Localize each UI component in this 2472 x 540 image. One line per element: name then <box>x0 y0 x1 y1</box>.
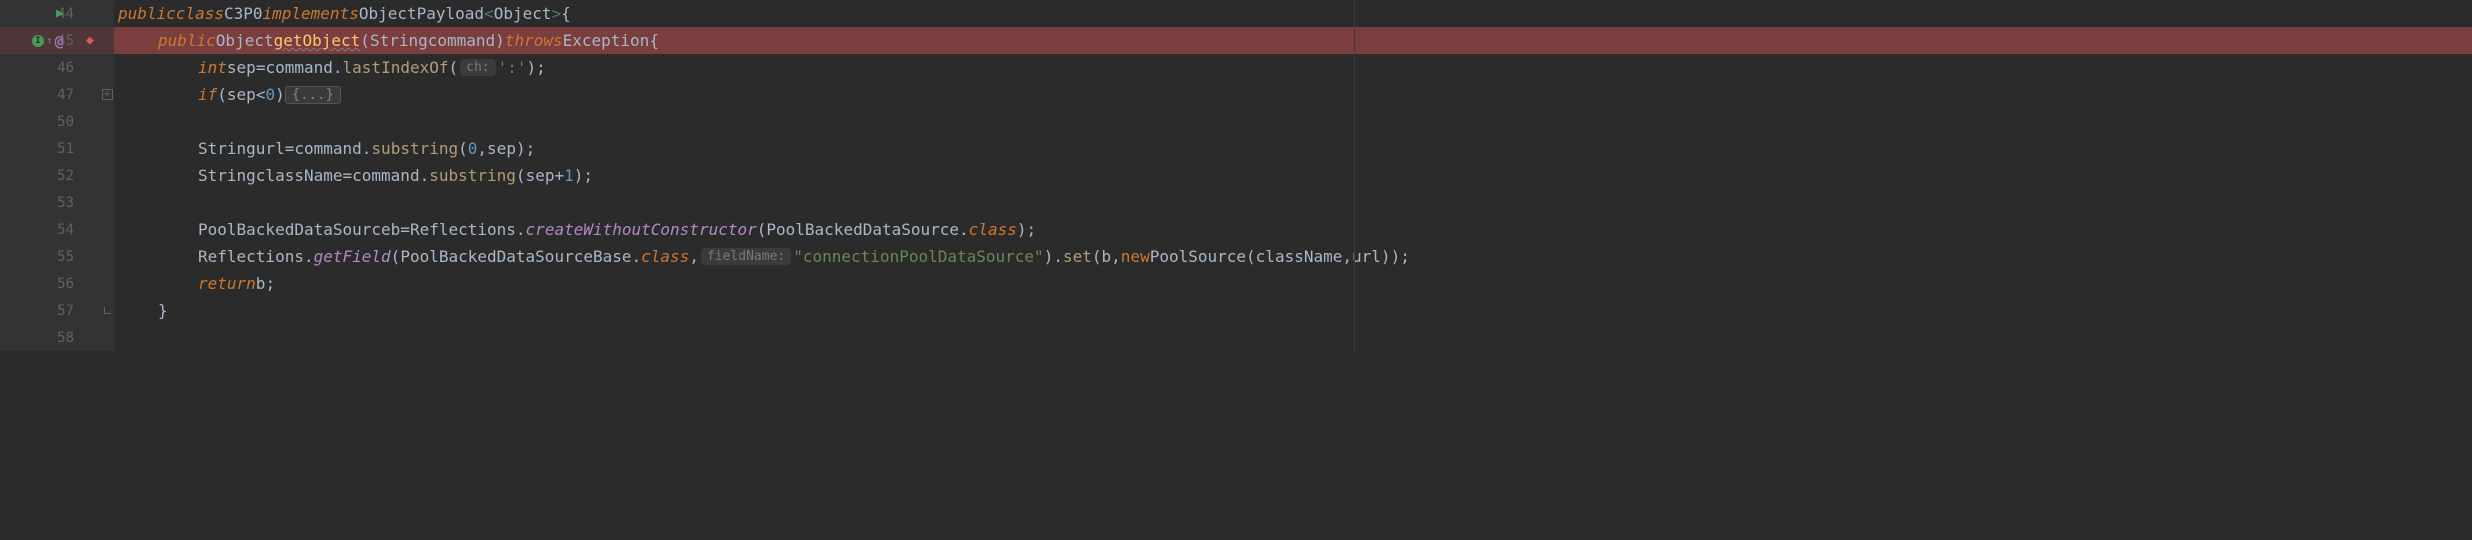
code-line[interactable]: if ( sep < 0 ) {...} <box>114 81 2472 108</box>
line-number: 56 <box>57 276 74 292</box>
code-line[interactable]: public Object getObject ( String command… <box>114 27 2472 54</box>
line-number: 47 <box>57 87 74 103</box>
impl-icon[interactable]: I <box>32 35 44 47</box>
fold-cell <box>100 324 114 351</box>
vcs-markers[interactable]: I ↑ @ <box>32 32 64 50</box>
gutter-line[interactable]: 57 <box>0 297 100 324</box>
code-line[interactable]: Reflections.getField(PoolBackedDataSourc… <box>114 243 2472 270</box>
gutter-line[interactable]: 54 <box>0 216 100 243</box>
fold-cell[interactable]: + <box>100 81 114 108</box>
annotation-icon[interactable]: @ <box>55 32 64 50</box>
code-line[interactable]: int sep = command.lastIndexOf(ch: ':'); <box>114 54 2472 81</box>
line-number: 52 <box>57 168 74 184</box>
gutter: ▶ 44 I ↑ @ ◆ 45 46 47 50 51 52 53 54 55 … <box>0 0 100 351</box>
fold-expand-icon[interactable]: + <box>102 89 113 100</box>
line-number: 51 <box>57 141 74 157</box>
fold-cell <box>100 189 114 216</box>
param-hint: ch: <box>460 59 495 76</box>
line-number: 50 <box>57 114 74 130</box>
breakpoint-diamond-icon[interactable]: ◆ <box>86 33 94 48</box>
code-line[interactable]: PoolBackedDataSource b = Reflections.cre… <box>114 216 2472 243</box>
arrow-up-icon: ↑ <box>46 34 53 47</box>
fold-cell <box>100 243 114 270</box>
line-number: 53 <box>57 195 74 211</box>
gutter-line[interactable]: I ↑ @ ◆ 45 <box>0 27 100 54</box>
code-line[interactable]: public class C3P0 implements ObjectPaylo… <box>114 0 2472 27</box>
fold-cell <box>100 216 114 243</box>
code-line[interactable]: String url = command.substring(0, sep); <box>114 135 2472 162</box>
fold-cell <box>100 162 114 189</box>
right-margin-line <box>1354 0 1355 351</box>
gutter-line[interactable]: 53 <box>0 189 100 216</box>
gutter-line[interactable]: 47 <box>0 81 100 108</box>
gutter-line[interactable]: 52 <box>0 162 100 189</box>
gutter-line[interactable]: 55 <box>0 243 100 270</box>
line-number: 46 <box>57 60 74 76</box>
code-line[interactable] <box>114 108 2472 135</box>
line-number: 57 <box>57 303 74 319</box>
fold-end-icon[interactable] <box>104 307 111 314</box>
fold-cell[interactable] <box>100 297 114 324</box>
gutter-line[interactable]: 51 <box>0 135 100 162</box>
gutter-line[interactable]: 50 <box>0 108 100 135</box>
code-line[interactable]: } <box>114 297 2472 324</box>
fold-cell <box>100 108 114 135</box>
code-line[interactable]: String className = command.substring(sep… <box>114 162 2472 189</box>
param-hint: fieldName: <box>701 248 791 265</box>
code-editor: ▶ 44 I ↑ @ ◆ 45 46 47 50 51 52 53 54 55 … <box>0 0 2472 351</box>
gutter-line[interactable]: 46 <box>0 54 100 81</box>
gutter-line[interactable]: 56 <box>0 270 100 297</box>
code-area[interactable]: public class C3P0 implements ObjectPaylo… <box>114 0 2472 351</box>
fold-column: + <box>100 0 114 351</box>
fold-cell <box>100 135 114 162</box>
fold-cell <box>100 27 114 54</box>
fold-cell <box>100 270 114 297</box>
line-number: 55 <box>57 249 74 265</box>
fold-cell <box>100 0 114 27</box>
code-line[interactable] <box>114 189 2472 216</box>
line-number: 58 <box>57 330 74 346</box>
folded-region[interactable]: {...} <box>285 86 341 104</box>
gutter-line[interactable]: 58 <box>0 324 100 351</box>
fold-cell <box>100 54 114 81</box>
line-number: 54 <box>57 222 74 238</box>
run-icon[interactable]: ▶ <box>56 6 64 21</box>
code-line[interactable] <box>114 324 2472 351</box>
gutter-line[interactable]: ▶ 44 <box>0 0 100 27</box>
code-line[interactable]: return b; <box>114 270 2472 297</box>
